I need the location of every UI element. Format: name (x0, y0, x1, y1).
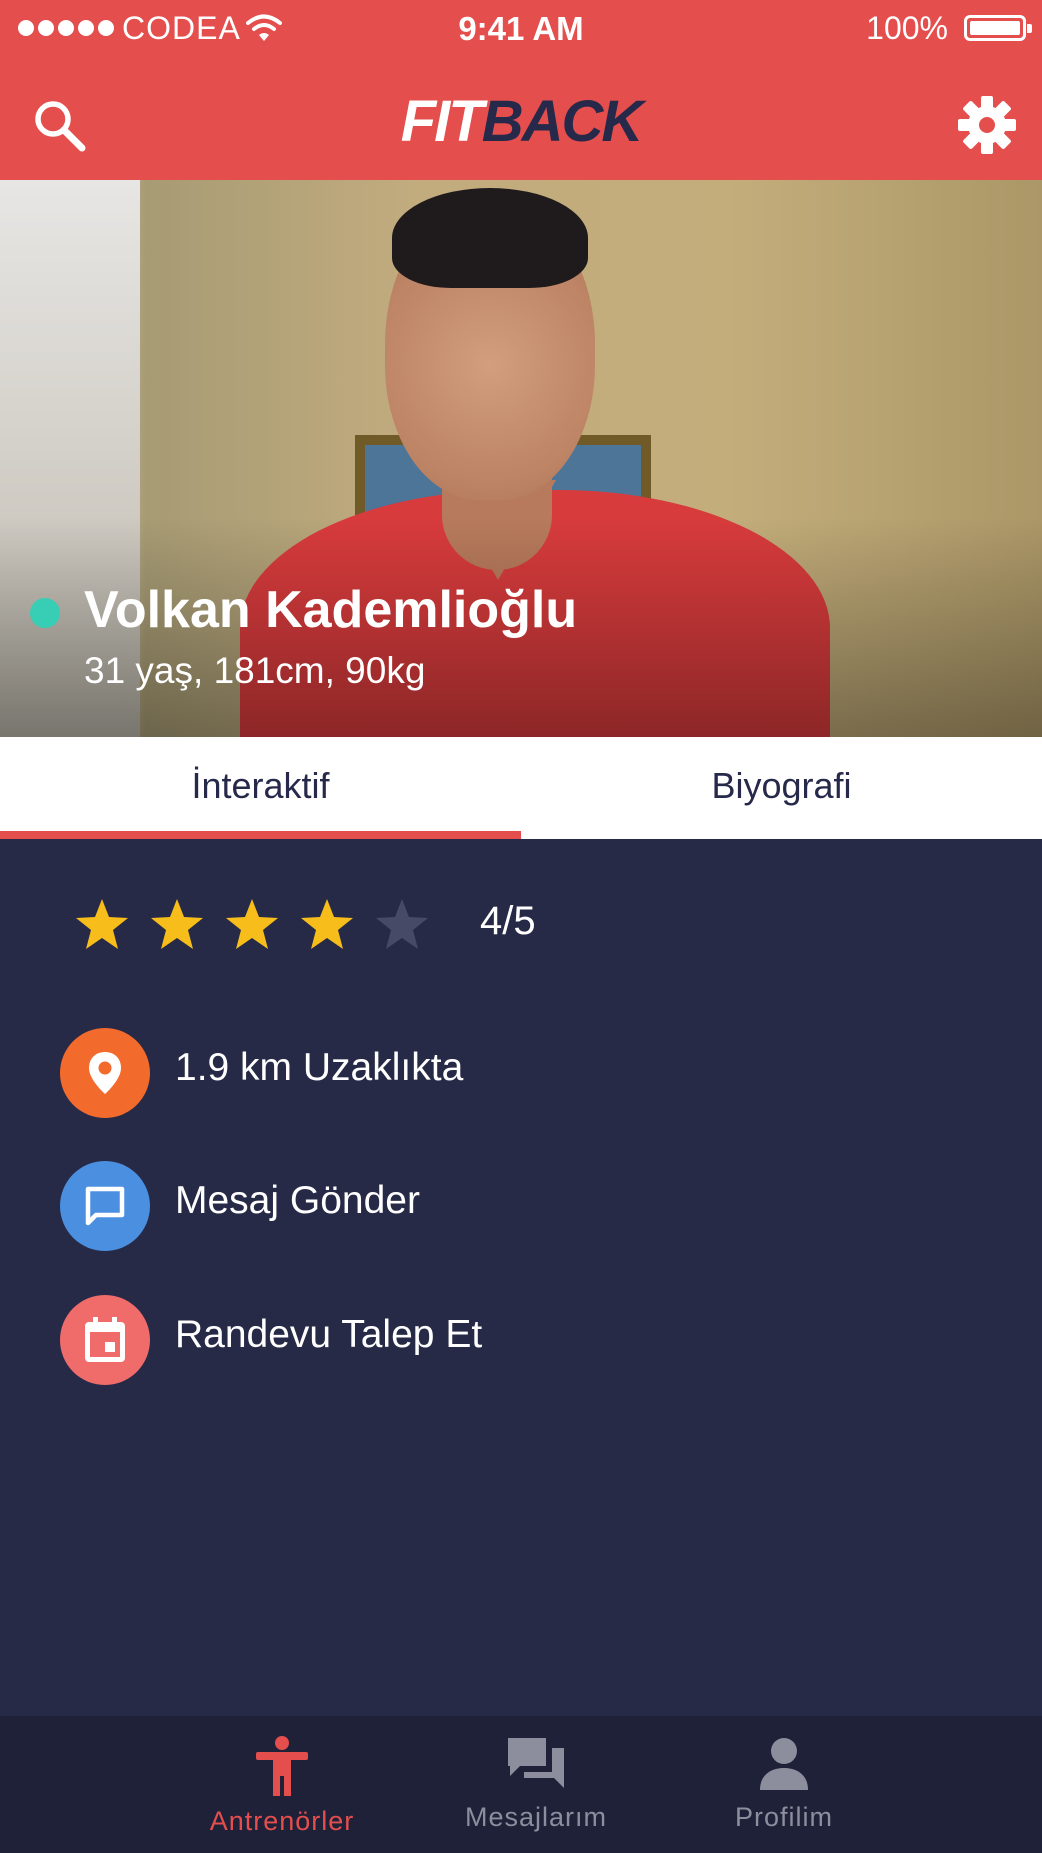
online-status-dot (30, 598, 60, 628)
chat-icon (508, 1738, 564, 1788)
distance-label: 1.9 km Uzaklıkta (175, 1046, 464, 1089)
message-icon (60, 1161, 150, 1251)
person-icon (760, 1738, 808, 1790)
distance-row: 1.9 km Uzaklıkta (60, 1028, 760, 1118)
trainer-name: Volkan Kademlioğlu (84, 581, 578, 639)
tab-biyografi[interactable]: Biyografi (521, 737, 1042, 839)
app-logo: FITBACK (0, 88, 1042, 155)
tab-label: Biyografi (711, 765, 852, 806)
status-bar: CODEA 9:41 AM 100% (0, 0, 1042, 60)
star-filled-icon (226, 899, 278, 949)
interactive-panel: 4/5 1.9 km Uzaklıkta Mesaj Gönder Randev… (0, 839, 1042, 1716)
rating-text: 4/5 (480, 899, 536, 943)
nav-profilim[interactable]: Profilim (654, 1716, 914, 1853)
trainer-stats: 31 yaş, 181cm, 90kg (84, 650, 426, 691)
nav-label: Mesajlarım (464, 1802, 608, 1832)
star-filled-icon (301, 899, 353, 949)
star-filled-icon (151, 899, 203, 949)
location-pin-icon (60, 1028, 150, 1118)
nav-mesajlarim[interactable]: Mesajlarım (406, 1716, 666, 1853)
send-message-label: Mesaj Gönder (175, 1179, 420, 1222)
battery-icon (964, 15, 1032, 41)
star-rating (74, 897, 430, 953)
logo-back-text: BACK (481, 89, 644, 154)
app-header: CODEA 9:41 AM 100% FITBACK (0, 0, 1042, 180)
trainer-profile-screen: CODEA 9:41 AM 100% FITBACK Volkan Kademl… (0, 0, 1042, 1853)
nav-label: Antrenörler (209, 1806, 355, 1836)
send-message-button[interactable]: Mesaj Gönder (60, 1161, 760, 1251)
active-tab-indicator (0, 831, 521, 839)
profile-tabs: İnteraktif Biyografi (0, 737, 1042, 839)
star-filled-icon (76, 899, 128, 949)
gear-icon[interactable] (956, 94, 1018, 156)
tab-label: İnteraktif (191, 765, 330, 806)
bottom-navigation: Antrenörler Mesajlarım Profilim (0, 1716, 1042, 1853)
star-empty-icon (376, 899, 428, 949)
request-appointment-label: Randevu Talep Et (175, 1313, 483, 1356)
calendar-icon (60, 1295, 150, 1385)
request-appointment-button[interactable]: Randevu Talep Et (60, 1295, 760, 1385)
logo-fit-text: FIT (400, 89, 484, 154)
trainer-icon (256, 1736, 308, 1796)
nav-antrenorler[interactable]: Antrenörler (152, 1716, 412, 1853)
battery-percent: 100% (866, 10, 948, 46)
tab-interaktif[interactable]: İnteraktif (0, 737, 521, 839)
nav-label: Profilim (734, 1802, 833, 1832)
